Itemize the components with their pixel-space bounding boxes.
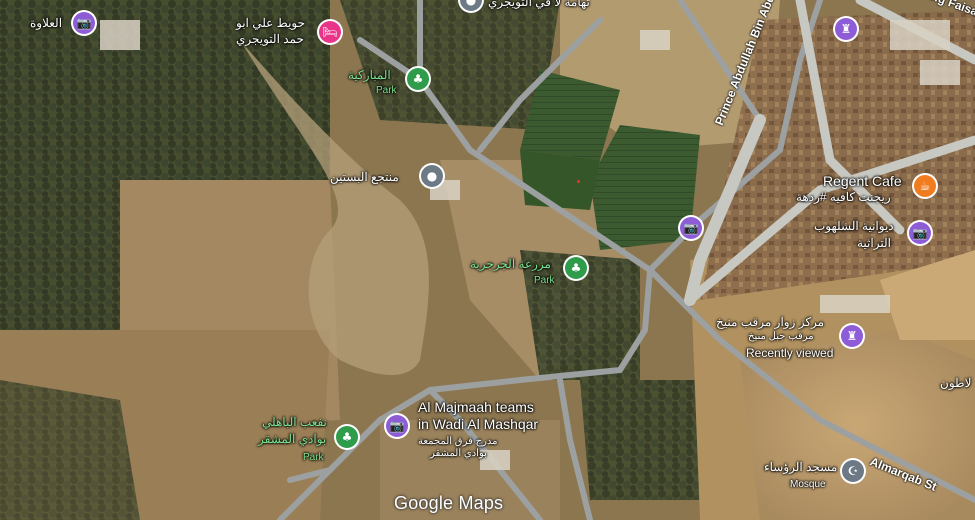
place-label-bahli-2[interactable]: بوادي المشقر [258,432,326,446]
place-label-diwaniya-2[interactable]: التراثية [857,236,891,250]
place-sub-regent: ريجنت كافيه #ردهة [796,190,891,204]
place-label-right-partial[interactable]: لاطون [940,376,971,390]
place-sub-marqab-2: مرقب جبل منيخ [748,331,814,342]
place-sub-majmaah-2: بوادي المشقر [430,448,487,459]
pin-icon[interactable]: ● [421,165,443,187]
tower-icon[interactable]: ♜ [835,18,857,40]
mosque-icon[interactable]: ☪ [842,460,864,482]
camera-icon[interactable]: 📷 [680,217,702,239]
current-location-dot [577,180,580,183]
bed-icon[interactable]: 🛏 [319,21,341,43]
place-label-bahli-1[interactable]: نفعب الباهلي [262,415,327,429]
place-recent-marqab: Recently viewed [746,346,834,360]
place-label-al-alawah[interactable]: العلاوة [30,16,62,30]
coffee-icon[interactable]: ☕ [914,175,936,197]
place-label-majmaah-1[interactable]: Al Majmaah teams [418,399,534,415]
place-label-diwaniya-1[interactable]: ديوانية الشلهوب [814,219,894,233]
tree-icon[interactable]: ♣ [565,257,587,279]
tree-icon[interactable]: ♣ [336,426,358,448]
place-label-jarjariya[interactable]: مزرعة الجرجرية [470,257,551,271]
place-type-bahli: Park [303,452,324,463]
place-label-huwait-2[interactable]: حمد التويجري [236,32,304,46]
place-label-masjid[interactable]: مسجد الرؤساء [764,460,837,474]
place-label-huwait-1[interactable]: حويط علي ابو [236,16,305,30]
tree-icon[interactable]: ♣ [407,68,429,90]
camera-icon[interactable]: 📷 [386,415,408,437]
place-label-top-partial[interactable]: تهامة لا في التويجري [488,0,590,9]
place-sub-majmaah-1: مدرج فرق المجمعة [418,436,498,447]
place-label-marqab-1[interactable]: مركز زوار مرقب منيخ [716,315,824,329]
camera-icon[interactable]: 📷 [73,12,95,34]
place-label-bustain[interactable]: منتجع البستين [330,170,399,184]
place-label-mubarakiya[interactable]: المباركية [348,68,391,82]
place-label-majmaah-2[interactable]: in Wadi Al Mashqar [418,416,538,432]
camera-icon[interactable]: 📷 [909,222,931,244]
place-type-masjid: Mosque [790,479,826,490]
place-type-jarjariya: Park [534,275,555,286]
tower-icon[interactable]: ♜ [841,325,863,347]
place-label-regent[interactable]: Regent Cafe [823,173,902,189]
place-type-mubarakiya: Park [376,85,397,96]
map-canvas[interactable]: Prince Abdullah Bin Abdulrahman St King … [0,0,975,520]
google-maps-watermark: Google Maps [394,493,504,513]
